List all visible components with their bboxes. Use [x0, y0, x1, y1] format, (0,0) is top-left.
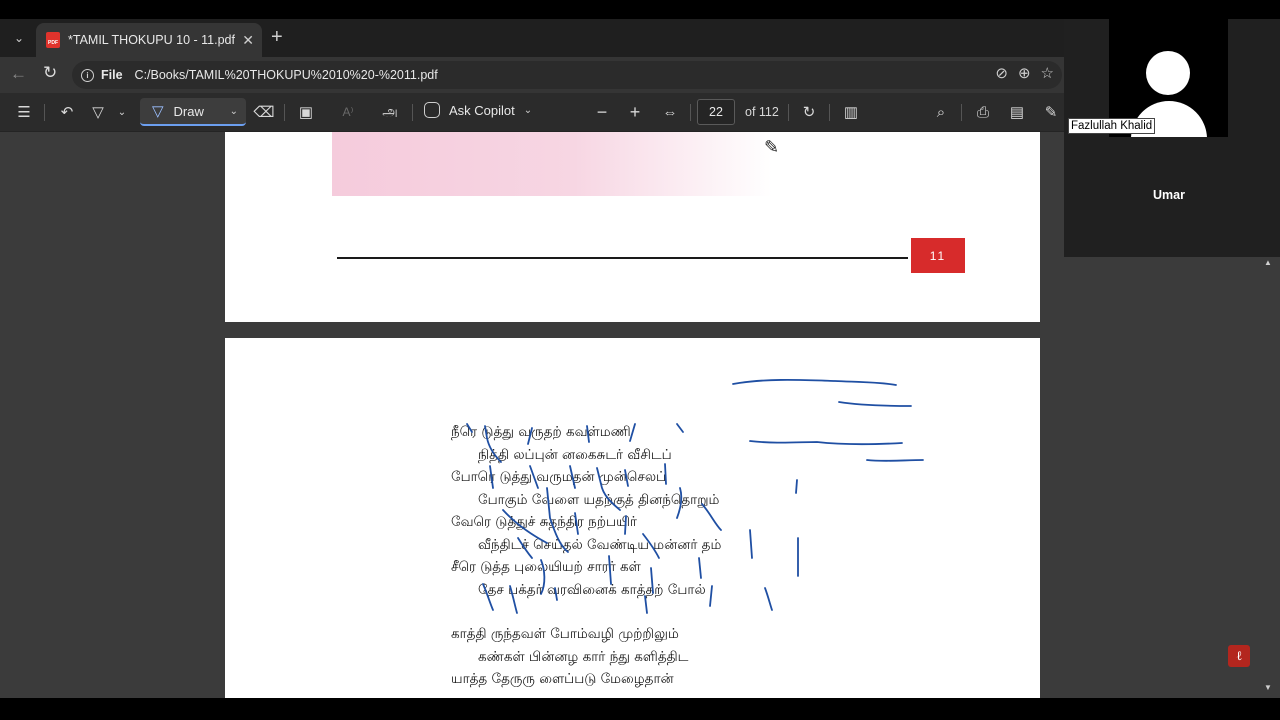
reload-icon[interactable]: ↻ — [43, 63, 57, 83]
read-aloud-icon[interactable]: A⁾ — [336, 101, 360, 123]
pdf-page-current: நீரெ டுத்து வருதற் கவள்மணி நித்தி லப்புன… — [225, 338, 1040, 698]
draw-button[interactable]: ▽ Draw ⌄ — [140, 98, 246, 126]
toolbar-divider — [44, 104, 45, 121]
poem-text: நீரெ டுத்து வருதற் கவள்மணி நித்தி லப்புன… — [451, 421, 721, 691]
favorite-star-icon[interactable]: ☆ — [1041, 64, 1054, 82]
chevron-down-icon: ⌄ — [13, 31, 25, 45]
zoom-in-button[interactable]: + — [623, 101, 647, 123]
page-number-input[interactable]: 22 — [697, 99, 735, 125]
ink-stroke — [749, 529, 753, 559]
fit-page-icon[interactable]: ⇔ — [658, 101, 682, 123]
copilot-icon[interactable]: ⊘ — [995, 64, 1008, 82]
chevron-down-icon[interactable]: ⌄ — [230, 106, 238, 117]
poem-line: வீந்திடச் செய்தல் வேண்டிய மன்னர் தம் — [478, 536, 722, 553]
pdf-viewer[interactable]: ✎ 11 நீரெ டுத்து வருதற் கவள்மணி நித்தி ல… — [0, 132, 1064, 698]
draw-label: Draw — [173, 103, 204, 119]
toolbar-divider — [284, 104, 285, 121]
toolbar-divider — [829, 104, 830, 121]
eraser-icon[interactable]: ⌫ — [252, 101, 276, 123]
poem-line: நீரெ டுத்து வருதற் கவள்மணி — [451, 424, 631, 440]
close-icon[interactable]: ✕ — [242, 32, 254, 49]
page-number-badge: 11 — [911, 238, 965, 273]
rotate-icon[interactable]: ↻ — [797, 101, 821, 123]
poem-line: யாத்த தேருரு ளைப்படு மேழைதான் — [451, 671, 674, 687]
ink-stroke — [764, 587, 773, 611]
poem-line: போகும் வேளை யதற்குத் தினந்தொறும் — [478, 491, 720, 508]
contents-list-icon[interactable]: ☰ — [12, 101, 36, 123]
ask-copilot-button[interactable]: Ask Copilot ⌄ — [424, 102, 532, 118]
zoom-icon[interactable]: ⊕ — [1018, 64, 1031, 82]
pdf-page-previous: ✎ 11 — [225, 132, 1040, 322]
page-count-label: of 112 — [745, 105, 779, 119]
scroll-down-arrow-icon[interactable]: ▼ — [1264, 683, 1272, 692]
video-call-panel: Fazlullah Khalid Umar — [1064, 19, 1280, 257]
url-scheme-label: File — [101, 68, 123, 82]
screen: ⌄ PDF *TAMIL THOKUPU 10 - 11.pdf ✕ + ← ↻… — [0, 0, 1280, 720]
ink-stroke — [838, 401, 912, 407]
participant-name: Umar — [1153, 188, 1185, 202]
pdf-toolbar: ☰ ↶ ▽ ⌄ ▽ Draw ⌄ ⌫ ▣ A⁾ அ Ask Copilot ⌄ … — [0, 93, 1064, 132]
poem-line: நித்தி லப்புன் னகைசுடர் வீசிடப் — [478, 446, 672, 463]
scroll-up-arrow-icon[interactable]: ▲ — [1264, 258, 1272, 267]
address-bar-actions: ⊘ ⊕ ☆ — [995, 64, 1054, 82]
poem-line: போரெ டுத்து வருமதன் முன்செலப் — [451, 469, 667, 485]
tab-title: *TAMIL THOKUPU 10 - 11.pdf — [68, 33, 235, 47]
tab-pdf[interactable]: PDF *TAMIL THOKUPU 10 - 11.pdf ✕ — [36, 23, 262, 57]
poem-line: தேச பக்தர் வரவினைக் காத்தற் போல் — [478, 581, 706, 598]
pencil-cursor-icon: ✎ — [764, 137, 780, 157]
poem-line: சீரெ டுத்த புலையியற் சாரர் கள் — [451, 559, 641, 575]
highlight-icon[interactable]: ▽ — [86, 101, 110, 123]
acrobat-icon[interactable]: ℓ — [1228, 645, 1250, 667]
toolbar-divider — [961, 104, 962, 121]
info-icon[interactable]: i — [81, 68, 94, 82]
browser-window: ⌄ PDF *TAMIL THOKUPU 10 - 11.pdf ✕ + ← ↻… — [0, 19, 1064, 698]
toolbar-divider — [788, 104, 789, 121]
save-icon[interactable]: ▤ — [1005, 101, 1029, 123]
toolbar-divider — [690, 104, 691, 121]
toolbar-divider — [412, 104, 413, 121]
tab-strip: ⌄ PDF *TAMIL THOKUPU 10 - 11.pdf ✕ + — [0, 19, 1064, 57]
address-bar-row: ← ↻ i File C:/Books/TAMIL%20THOKUPU%2010… — [0, 57, 1064, 93]
draw-pen-icon: ▽ — [152, 103, 164, 120]
ask-copilot-label: Ask Copilot — [449, 102, 515, 118]
zoom-out-button[interactable]: − — [590, 101, 614, 123]
bottom-bar — [0, 698, 1280, 720]
new-tab-button[interactable]: + — [271, 26, 283, 48]
tab-list-button[interactable]: ⌄ — [8, 27, 30, 49]
participant-name: Fazlullah Khalid — [1068, 118, 1156, 134]
stanza-gap — [451, 601, 721, 623]
print-icon[interactable]: ⎙ — [971, 101, 995, 123]
copilot-icon — [424, 102, 440, 118]
page-footer-rule — [337, 257, 908, 259]
back-arrow-icon[interactable]: ← — [10, 64, 27, 84]
save-as-icon[interactable]: ✎ — [1039, 101, 1063, 123]
pdf-file-icon: PDF — [46, 32, 60, 48]
page-view-icon[interactable]: ▥ — [838, 101, 864, 123]
avatar — [1146, 51, 1190, 95]
ink-stroke — [732, 378, 897, 386]
poem-line: கண்கள் பின்னழ கார் ந்து களித்திட — [478, 648, 689, 665]
search-icon[interactable]: ⌕ — [929, 101, 953, 123]
text-tool-button[interactable]: அ — [378, 101, 402, 123]
poem-line: வேரெ டுத்துச் சுதந்திர நற்பயிர் — [451, 514, 637, 530]
poem-line: காத்தி ருந்தவள் போம்வழி முற்றிலும் — [451, 626, 679, 642]
url-field[interactable]: i File C:/Books/TAMIL%20THOKUPU%2010%20-… — [72, 61, 1062, 89]
decorative-band — [332, 132, 772, 196]
ink-stroke — [866, 459, 924, 462]
ink-stroke — [749, 440, 903, 445]
url-text[interactable]: C:/Books/TAMIL%20THOKUPU%2010%20-%2011.p… — [135, 68, 438, 82]
highlight-caret-icon[interactable]: ⌄ — [114, 101, 130, 123]
chevron-down-icon: ⌄ — [523, 104, 533, 116]
undo-icon[interactable]: ↶ — [55, 101, 79, 123]
ink-stroke — [795, 479, 798, 494]
text-box-icon[interactable]: ▣ — [294, 101, 318, 123]
